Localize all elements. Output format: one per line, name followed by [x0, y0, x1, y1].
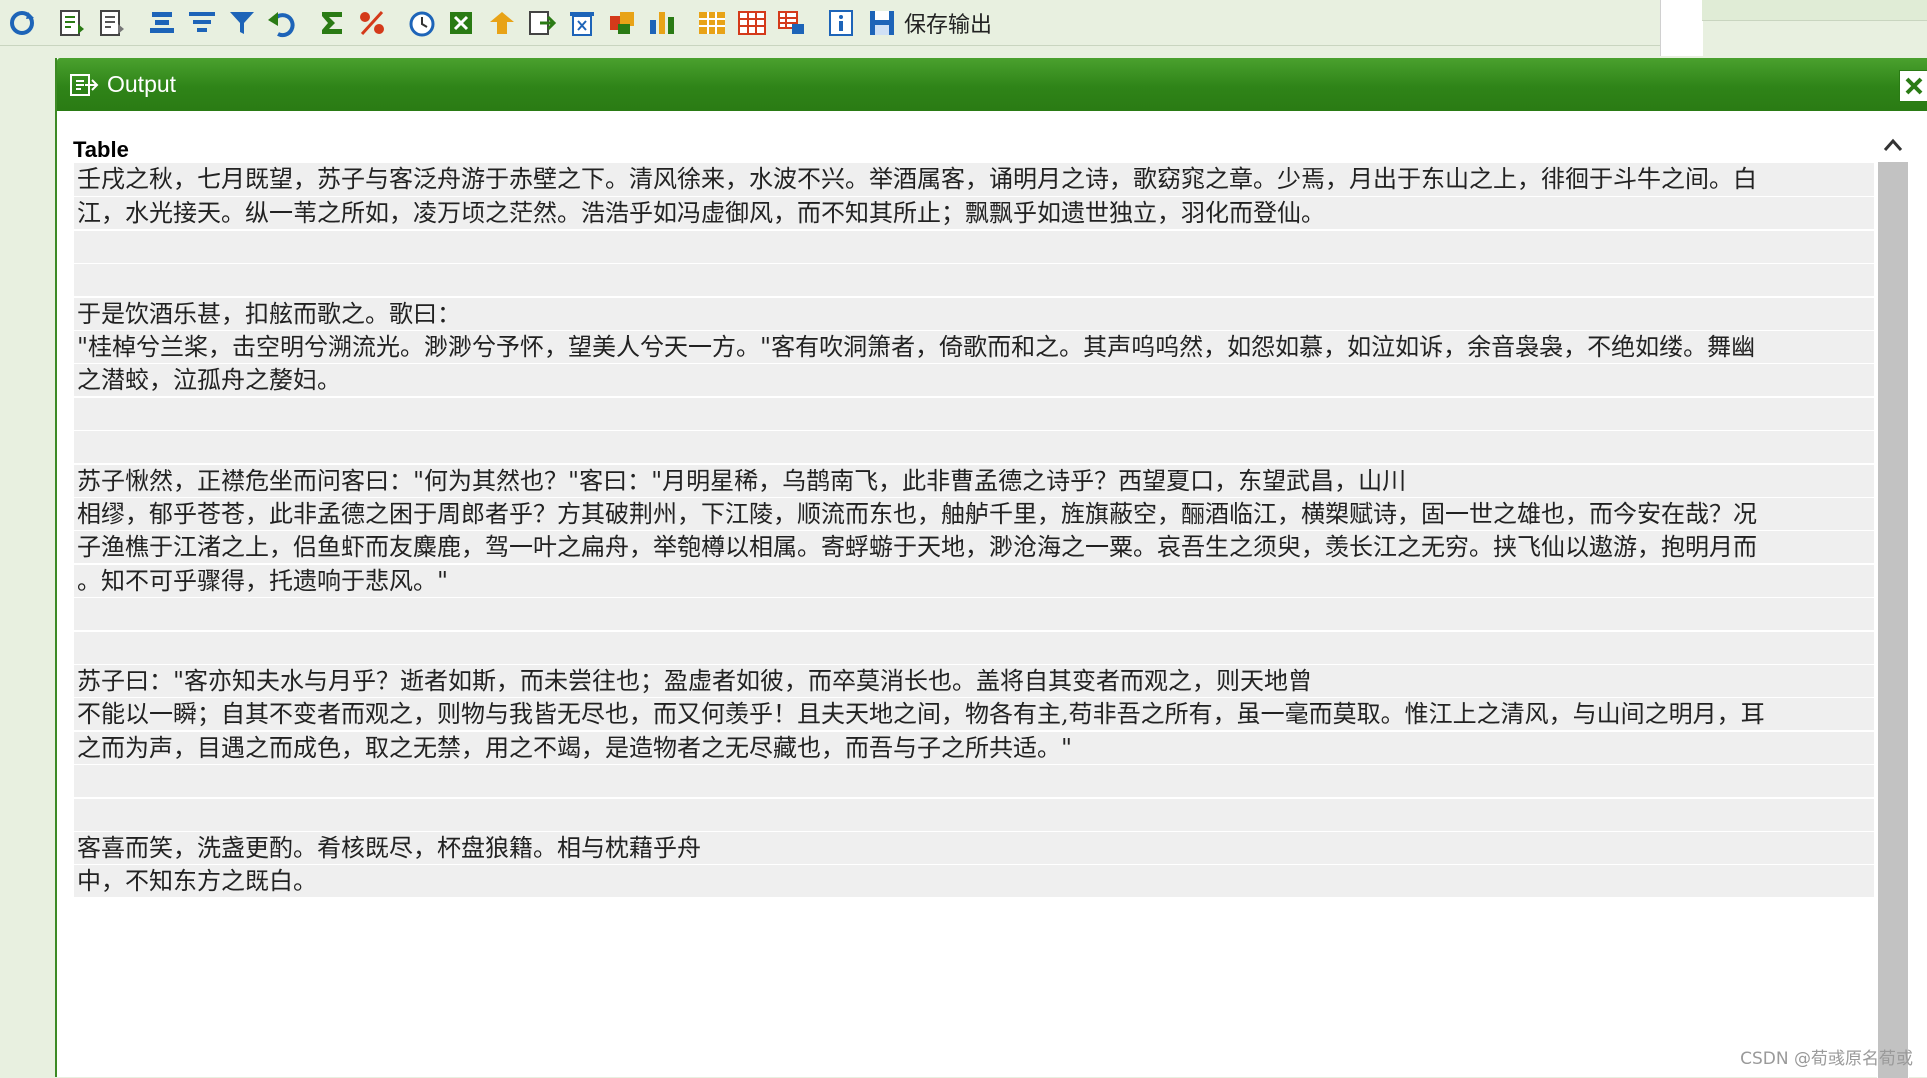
refresh-icon[interactable] [6, 8, 38, 38]
text-line: 子渔樵于江渚之上，侣鱼虾而友麋鹿，驾一叶之扁舟，举匏樽以相属。寄蜉蝣于天地，渺沧… [74, 530, 1874, 563]
toolbar: 保存输出 [0, 0, 1660, 46]
table-section-label: Table [73, 137, 129, 162]
report-alt-icon[interactable] [96, 8, 128, 38]
save-icon[interactable] [866, 8, 898, 38]
filter-icon[interactable] [186, 8, 218, 38]
toolbar-divider-panel [1660, 0, 1703, 56]
text-line: 客喜而笑，洗盏更酌。肴核既尽，杯盘狼籍。相与枕藉乎舟 [74, 831, 1874, 864]
text-line [74, 631, 1874, 664]
sum-icon[interactable] [316, 8, 348, 38]
text-line [74, 764, 1874, 797]
close-icon [1903, 75, 1925, 97]
output-window-title: Output [107, 71, 177, 97]
delete-icon[interactable] [566, 8, 598, 38]
clock-icon[interactable] [406, 8, 438, 38]
text-line: 之潜蛟，泣孤舟之嫠妇。 [74, 363, 1874, 396]
text-line: 壬戌之秋，七月既望，苏子与客泛舟游于赤壁之下。清风徐来，水波不兴。举酒属客，诵明… [74, 163, 1874, 196]
info-icon[interactable] [826, 8, 858, 38]
close-button[interactable] [1899, 70, 1927, 102]
text-line [74, 597, 1874, 630]
output-titlebar[interactable]: Output [57, 58, 1927, 111]
grid-alt-icon[interactable] [736, 8, 768, 38]
grid-icon[interactable] [696, 8, 728, 38]
output-window: Output Table 壬戌之秋，七月既望，苏子与客泛舟游于赤壁之下。清风徐来… [55, 58, 1927, 1078]
grid-link-icon[interactable] [776, 8, 808, 38]
text-line [74, 397, 1874, 430]
toolbar-far-strip [1702, 0, 1927, 21]
text-line: 江，水光接天。纵一苇之所如，凌万顷之茫然。浩浩乎如冯虚御风，而不知其所止；飘飘乎… [74, 196, 1874, 229]
text-line: 苏子曰："客亦知夫水与月乎？逝者如斯，而未尝往也；盈虚者如彼，而卒莫消长也。盖将… [74, 664, 1874, 697]
chart-icon[interactable] [646, 8, 678, 38]
sort-icon[interactable] [606, 8, 638, 38]
watermark: CSDN @荀彧原名荀或 [1740, 1049, 1913, 1069]
text-line [74, 430, 1874, 463]
export-icon[interactable] [526, 8, 558, 38]
report-icon[interactable] [56, 8, 88, 38]
scroll-thumb[interactable] [1878, 162, 1908, 1078]
text-line: 。知不可乎骤得，托遗响于悲风。" [74, 564, 1874, 597]
excel-icon[interactable] [446, 8, 478, 38]
undo-icon[interactable] [266, 8, 298, 38]
scroll-up-button[interactable] [1877, 128, 1909, 162]
chevron-up-icon [1882, 137, 1904, 153]
output-text-area[interactable]: 壬戌之秋，七月既望，苏子与客泛舟游于赤壁之下。清风徐来，水波不兴。举酒属客，诵明… [74, 163, 1874, 1023]
text-line [74, 263, 1874, 296]
arrow-icon[interactable] [486, 8, 518, 38]
align-icon[interactable] [146, 8, 178, 38]
text-line: 苏子愀然，正襟危坐而问客曰："何为其然也？"客曰："月明星稀，乌鹊南飞，此非曹孟… [74, 464, 1874, 497]
text-line: 中，不知东方之既白。 [74, 864, 1874, 897]
text-line [74, 798, 1874, 831]
output-window-icon [69, 72, 99, 98]
text-line: 于是饮酒乐甚，扣舷而歌之。歌曰： [74, 297, 1874, 330]
text-line: "桂棹兮兰桨，击空明兮溯流光。渺渺兮予怀，望美人兮天一方。"客有吹洞箫者，倚歌而… [74, 330, 1874, 363]
text-line: 相缪，郁乎苍苍，此非孟德之困于周郎者乎？方其破荆州，下江陵，顺流而东也，舳舻千里… [74, 497, 1874, 530]
text-line: 不能以一瞬；自其不变者而观之，则物与我皆无尽也，而又何羡乎！且夫天地之间，物各有… [74, 697, 1874, 730]
text-line [74, 230, 1874, 263]
vertical-scrollbar[interactable] [1877, 128, 1909, 1078]
save-output-label[interactable]: 保存输出 [904, 7, 992, 39]
text-line: 之而为声，目遇之而成色，取之无禁，用之不竭，是造物者之无尽藏也，而吾与子之所共适… [74, 731, 1874, 764]
funnel-icon[interactable] [226, 8, 258, 38]
percent-icon[interactable] [356, 8, 388, 38]
